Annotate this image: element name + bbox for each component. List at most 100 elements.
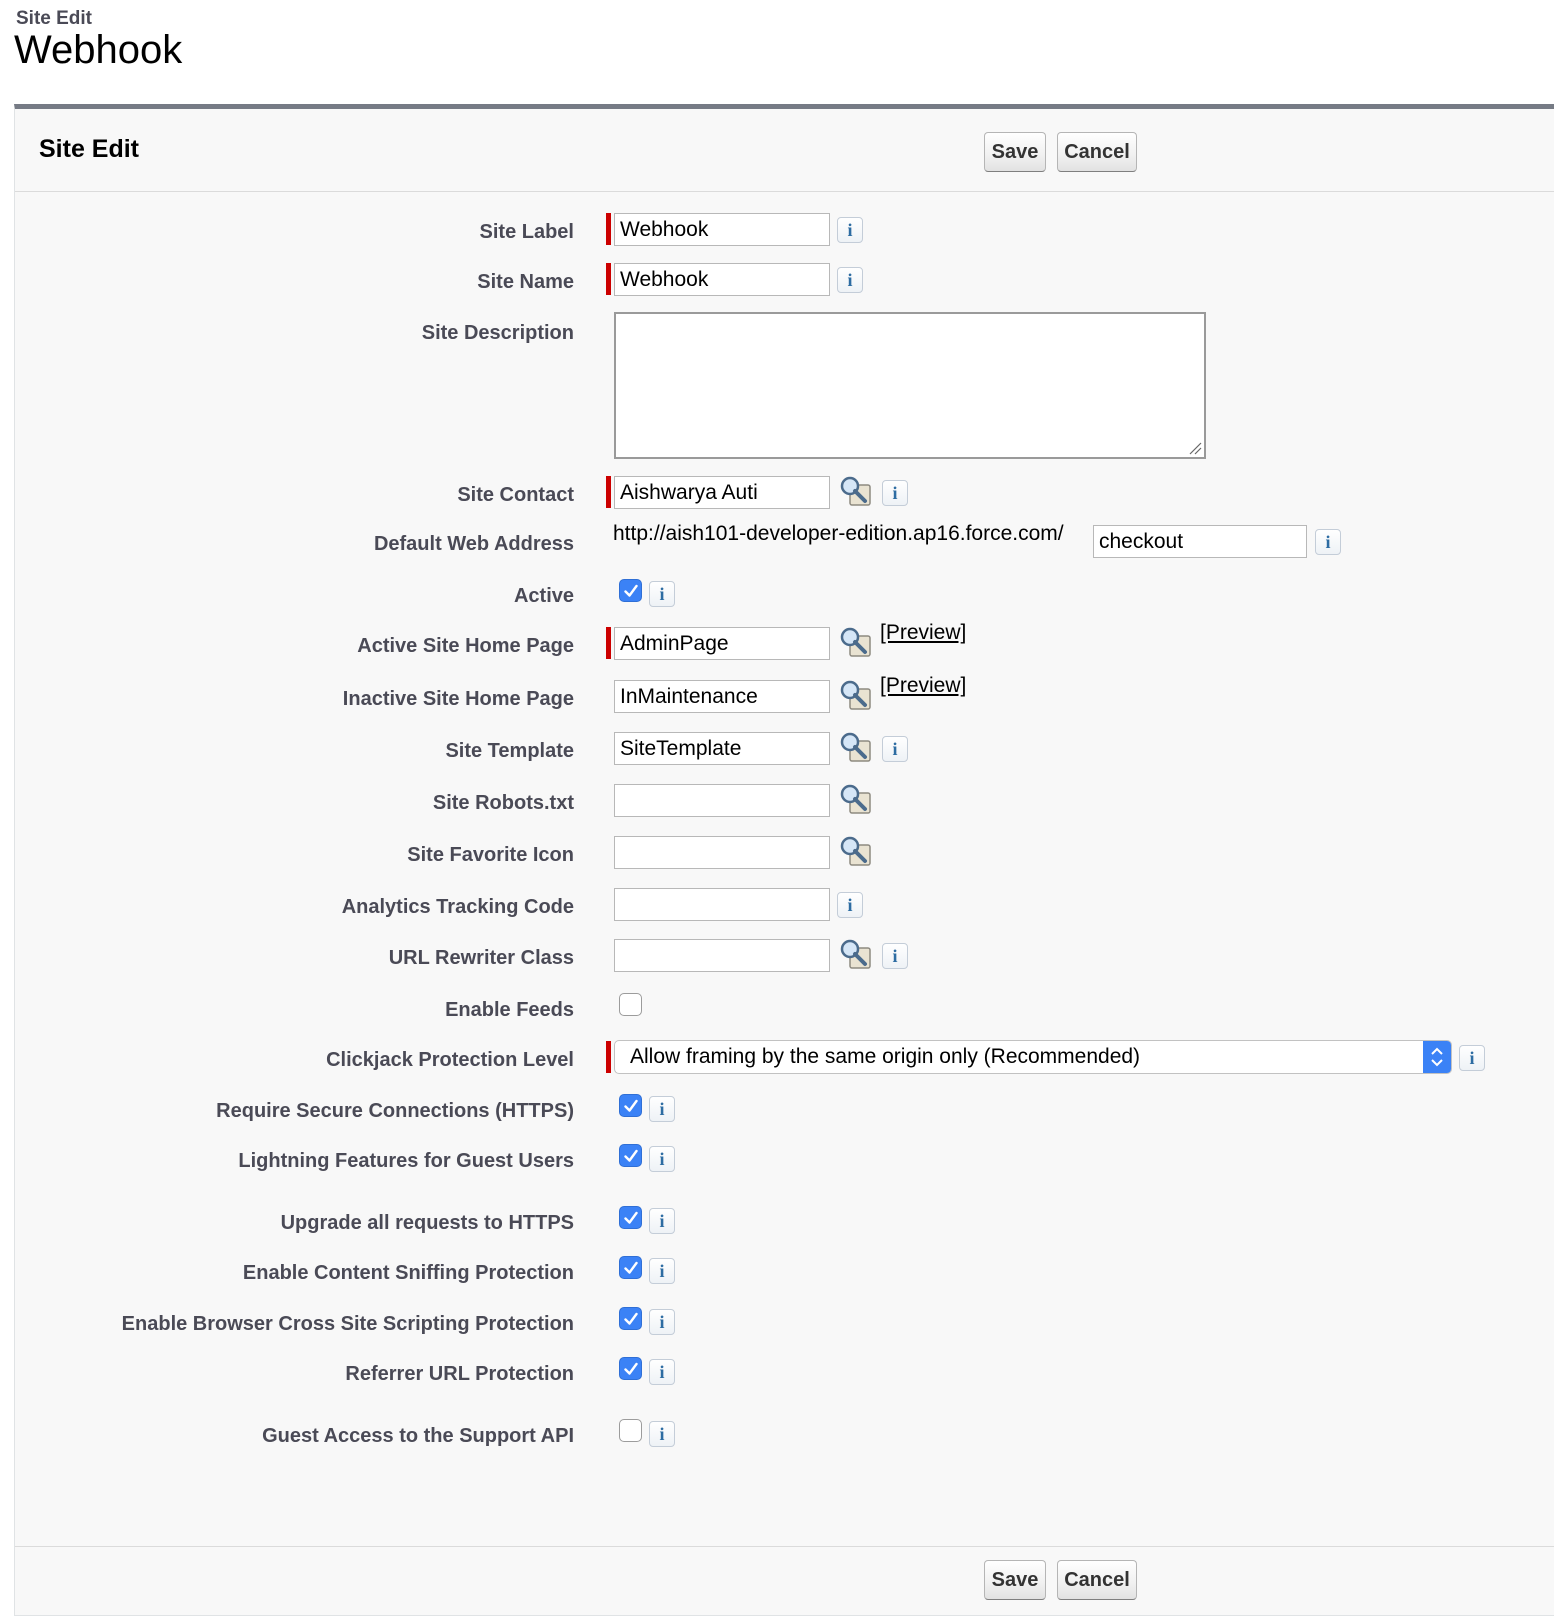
active-home-page-label: Active Site Home Page	[357, 635, 574, 657]
site-robots-input[interactable]	[614, 784, 830, 817]
cancel-button-bottom[interactable]: Cancel	[1057, 1560, 1137, 1600]
info-icon[interactable]: i	[837, 217, 863, 243]
row-site-favicon: Site Favorite Icon	[0, 835, 1554, 875]
page-title: Webhook	[14, 28, 183, 72]
site-favicon-input[interactable]	[614, 836, 830, 869]
row-lightning-guest: Lightning Features for Guest Users i	[0, 1141, 1554, 1181]
row-default-web-address: Default Web Address http://aish101-devel…	[0, 522, 1554, 564]
site-name-input[interactable]	[614, 263, 830, 296]
info-icon[interactable]: i	[649, 1146, 675, 1172]
content-sniffing-checkbox[interactable]	[619, 1256, 642, 1279]
site-template-input[interactable]	[614, 732, 830, 765]
xss-protection-label: Enable Browser Cross Site Scripting Prot…	[121, 1313, 574, 1335]
info-icon[interactable]: i	[837, 267, 863, 293]
resize-grip-icon[interactable]	[1188, 441, 1202, 455]
row-active: Active i	[0, 576, 1554, 616]
row-active-home-page: Active Site Home Page [Preview]	[0, 621, 1554, 666]
guest-support-api-checkbox[interactable]	[619, 1419, 642, 1442]
xss-protection-checkbox[interactable]	[619, 1307, 642, 1330]
guest-support-api-label: Guest Access to the Support API	[262, 1425, 574, 1447]
info-icon[interactable]: i	[649, 1421, 675, 1447]
active-label: Active	[513, 585, 574, 607]
upgrade-https-label: Upgrade all requests to HTTPS	[280, 1212, 574, 1234]
row-site-name: Site Name i	[0, 262, 1554, 302]
check-icon	[623, 1260, 639, 1276]
site-description-label: Site Description	[421, 322, 574, 344]
lookup-magnifier-icon[interactable]	[838, 731, 872, 763]
lookup-magnifier-icon[interactable]	[838, 626, 872, 658]
enable-feeds-checkbox[interactable]	[619, 993, 642, 1016]
referrer-checkbox[interactable]	[619, 1357, 642, 1380]
info-icon[interactable]: i	[649, 1309, 675, 1335]
referrer-label: Referrer URL Protection	[345, 1363, 574, 1385]
row-guest-support-api: Guest Access to the Support API i	[0, 1416, 1554, 1456]
row-site-robots: Site Robots.txt	[0, 783, 1554, 823]
info-icon[interactable]: i	[649, 1359, 675, 1385]
analytics-label: Analytics Tracking Code	[341, 896, 574, 918]
info-icon[interactable]: i	[837, 892, 863, 918]
site-description-textarea[interactable]	[614, 312, 1206, 459]
row-require-https: Require Secure Connections (HTTPS) i	[0, 1091, 1554, 1131]
info-icon[interactable]: i	[649, 1258, 675, 1284]
info-icon[interactable]: i	[882, 736, 908, 762]
site-contact-input[interactable]	[614, 476, 830, 509]
url-rewriter-label: URL Rewriter Class	[388, 947, 574, 969]
site-contact-label: Site Contact	[457, 484, 574, 506]
active-checkbox[interactable]	[619, 579, 642, 602]
info-icon[interactable]: i	[649, 1208, 675, 1234]
enable-feeds-label: Enable Feeds	[445, 999, 574, 1021]
lookup-magnifier-icon[interactable]	[838, 679, 872, 711]
required-marker	[606, 263, 611, 295]
info-icon[interactable]: i	[1315, 529, 1341, 555]
web-address-path-input[interactable]	[1093, 525, 1307, 558]
lookup-magnifier-icon[interactable]	[838, 835, 872, 867]
page-pre-title: Site Edit	[16, 8, 93, 29]
upgrade-https-checkbox[interactable]	[619, 1206, 642, 1229]
lightning-guest-label: Lightning Features for Guest Users	[238, 1150, 574, 1172]
site-label-input[interactable]	[614, 213, 830, 246]
required-marker	[606, 213, 611, 245]
url-rewriter-input[interactable]	[614, 939, 830, 972]
row-upgrade-https: Upgrade all requests to HTTPS i	[0, 1203, 1554, 1243]
site-robots-label: Site Robots.txt	[432, 792, 574, 814]
row-analytics: Analytics Tracking Code i	[0, 887, 1554, 927]
check-icon	[623, 1361, 639, 1377]
row-enable-feeds: Enable Feeds	[0, 990, 1554, 1030]
row-xss-protection: Enable Browser Cross Site Scripting Prot…	[0, 1304, 1554, 1344]
site-name-label: Site Name	[477, 271, 574, 293]
default-web-address-label: Default Web Address	[373, 533, 574, 555]
info-icon[interactable]: i	[882, 480, 908, 506]
row-site-label: Site Label i	[0, 212, 1554, 252]
analytics-input[interactable]	[614, 888, 830, 921]
info-icon[interactable]: i	[649, 581, 675, 607]
save-button-bottom[interactable]: Save	[984, 1560, 1046, 1600]
check-icon	[623, 583, 639, 599]
inactive-home-preview-link[interactable]: [Preview]	[880, 674, 966, 698]
cancel-button-top[interactable]: Cancel	[1057, 132, 1137, 172]
row-inactive-home-page: Inactive Site Home Page [Preview]	[0, 674, 1554, 719]
info-icon[interactable]: i	[1459, 1045, 1485, 1071]
site-label-label: Site Label	[479, 221, 574, 243]
info-icon[interactable]: i	[882, 943, 908, 969]
save-button-top[interactable]: Save	[984, 132, 1046, 172]
lookup-magnifier-icon[interactable]	[838, 938, 872, 970]
row-referrer: Referrer URL Protection i	[0, 1354, 1554, 1394]
row-site-contact: Site Contact i	[0, 475, 1554, 515]
clickjack-select[interactable]: Allow framing by the same origin only (R…	[614, 1040, 1452, 1074]
info-icon[interactable]: i	[649, 1096, 675, 1122]
lightning-guest-checkbox[interactable]	[619, 1144, 642, 1167]
block-footer: Save Cancel	[15, 1546, 1554, 1615]
content-sniffing-label: Enable Content Sniffing Protection	[242, 1262, 574, 1284]
require-https-checkbox[interactable]	[619, 1094, 642, 1117]
require-https-label: Require Secure Connections (HTTPS)	[216, 1100, 574, 1122]
active-home-preview-link[interactable]: [Preview]	[880, 621, 966, 645]
required-marker	[606, 476, 611, 508]
lookup-magnifier-icon[interactable]	[838, 475, 872, 507]
check-icon	[623, 1098, 639, 1114]
select-arrows-icon	[1423, 1041, 1451, 1073]
active-home-page-input[interactable]	[614, 627, 830, 660]
inactive-home-page-input[interactable]	[614, 680, 830, 713]
row-content-sniffing: Enable Content Sniffing Protection i	[0, 1253, 1554, 1293]
lookup-magnifier-icon[interactable]	[838, 783, 872, 815]
block-header: Site Edit Save Cancel	[15, 109, 1554, 192]
